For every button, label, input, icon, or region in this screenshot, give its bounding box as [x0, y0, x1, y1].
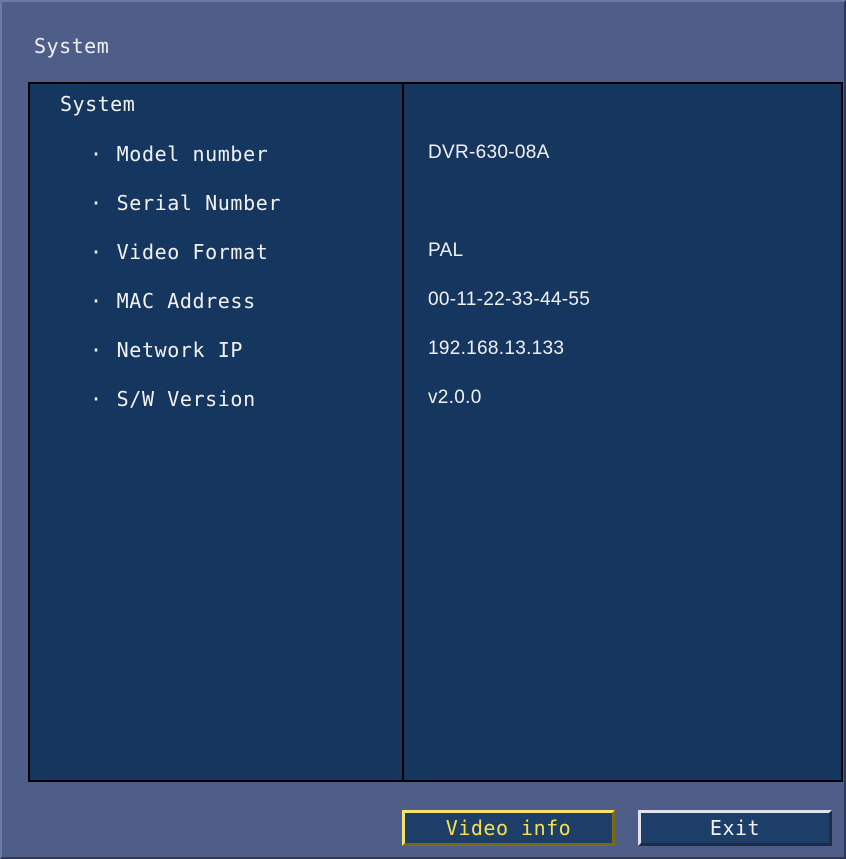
window-title: System — [34, 34, 110, 58]
info-row-serial-number: Serial Number — [30, 191, 841, 221]
info-row-network-ip: Network IP 192.168.13.133 — [30, 338, 841, 368]
info-row-mac-address: MAC Address 00-11-22-33-44-55 — [30, 289, 841, 319]
section-label: System — [60, 92, 136, 116]
mac-address-label: MAC Address — [90, 289, 256, 313]
network-ip-value: 192.168.13.133 — [428, 338, 565, 359]
info-row-sw-version: S/W Version v2.0.0 — [30, 387, 841, 417]
info-row-video-format: Video Format PAL — [30, 240, 841, 270]
video-info-button[interactable]: Video info — [402, 810, 615, 846]
system-info-panel: System Model number DVR-630-08A Serial N… — [28, 82, 843, 782]
model-number-value: DVR-630-08A — [428, 142, 550, 163]
info-row-model-number: Model number DVR-630-08A — [30, 142, 841, 172]
video-format-value: PAL — [428, 240, 464, 261]
video-format-label: Video Format — [90, 240, 268, 264]
sw-version-value: v2.0.0 — [428, 387, 482, 408]
serial-number-label: Serial Number — [90, 191, 281, 215]
column-divider — [402, 84, 404, 780]
sw-version-label: S/W Version — [90, 387, 256, 411]
model-number-label: Model number — [90, 142, 268, 166]
network-ip-label: Network IP — [90, 338, 243, 362]
exit-button[interactable]: Exit — [638, 810, 832, 846]
mac-address-value: 00-11-22-33-44-55 — [428, 289, 591, 310]
system-window: System System Model number DVR-630-08A S… — [0, 0, 846, 859]
